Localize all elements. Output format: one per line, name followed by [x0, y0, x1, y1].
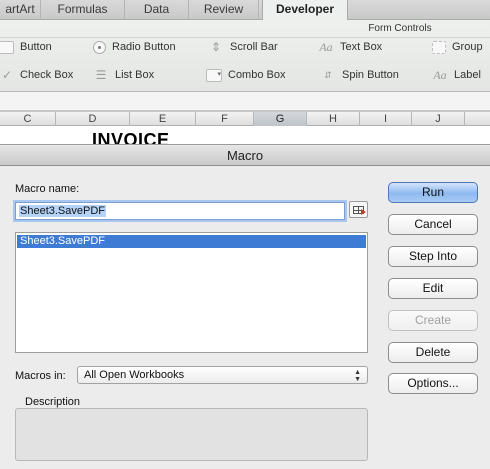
scroll-bar-icon: ⇕: [210, 40, 222, 55]
column-header-i[interactable]: I: [360, 112, 412, 126]
form-control-group-label: Group: [452, 41, 483, 53]
tab-formulas[interactable]: Formulas: [41, 0, 125, 20]
form-control-combo-box[interactable]: ▾ Combo Box: [206, 65, 285, 85]
macro-list-item[interactable]: Sheet3.SavePDF: [17, 235, 366, 248]
form-control-label-label: Label: [454, 69, 481, 81]
column-header-g[interactable]: G: [254, 112, 307, 126]
form-control-listbox-label: List Box: [115, 69, 155, 81]
delete-button[interactable]: Delete: [388, 342, 478, 363]
description-box: [15, 408, 368, 461]
column-header-bar: C D E F G H I J: [0, 111, 490, 126]
macro-name-label: Macro name:: [15, 183, 80, 195]
column-header-e[interactable]: E: [130, 112, 196, 126]
tab-review[interactable]: Review: [189, 0, 259, 20]
macro-name-value: Sheet3.SavePDF: [19, 205, 106, 217]
form-control-spin-label: Spin Button: [342, 69, 399, 81]
description-label: Description: [25, 396, 81, 408]
form-control-combo-label: Combo Box: [228, 69, 286, 81]
macros-in-label: Macros in:: [15, 370, 66, 382]
step-into-button[interactable]: Step Into: [388, 246, 478, 267]
column-header-f[interactable]: F: [196, 112, 254, 126]
checkmark-icon: ✓: [1, 68, 13, 83]
cancel-button[interactable]: Cancel: [388, 214, 478, 235]
column-header-h[interactable]: H: [307, 112, 360, 126]
collapse-dialog-button[interactable]: [349, 201, 368, 218]
ribbon-form-controls: Form Controls Button Radio Button ⇕ Scrol…: [0, 20, 490, 92]
form-control-label[interactable]: Aa Label: [432, 65, 481, 85]
form-control-text-box[interactable]: Aa Text Box: [318, 37, 382, 57]
tab-data[interactable]: Data: [125, 0, 189, 20]
tab-smartart[interactable]: artArt: [0, 0, 41, 20]
form-control-spin-button[interactable]: ⇵ Spin Button: [320, 65, 399, 85]
form-control-group[interactable]: Group: [432, 37, 483, 57]
macro-name-input[interactable]: Sheet3.SavePDF: [15, 202, 345, 220]
options-button[interactable]: Options...: [388, 373, 478, 394]
updown-arrows-icon: ▲ ▼: [354, 369, 361, 383]
list-box-icon: ☰: [95, 68, 107, 83]
group-title-form-controls: Form Controls: [368, 23, 432, 34]
form-control-check-box[interactable]: ✓ Check Box: [0, 65, 73, 85]
form-control-radio-label: Radio Button: [112, 41, 176, 53]
run-button[interactable]: Run: [388, 182, 478, 203]
edit-button[interactable]: Edit: [388, 278, 478, 299]
formula-bar-area: [0, 92, 490, 111]
macros-in-select[interactable]: All Open Workbooks ▲ ▼: [77, 366, 368, 384]
button-control-icon: [0, 40, 14, 54]
text-box-icon: Aa: [319, 40, 333, 55]
form-control-scroll-bar[interactable]: ⇕ Scroll Bar: [208, 37, 278, 57]
create-button[interactable]: Create: [388, 310, 478, 331]
column-header-d[interactable]: D: [56, 112, 130, 126]
ribbon-tab-bar: artArt Formulas Data Review Developer: [0, 0, 490, 21]
combo-box-icon: ▾: [206, 68, 222, 82]
group-box-icon: [432, 40, 446, 54]
form-control-button[interactable]: Button: [0, 37, 52, 57]
label-control-icon: Aa: [433, 68, 447, 83]
column-header-j[interactable]: J: [412, 112, 465, 126]
macro-dialog: Macro name: Sheet3.SavePDF Sheet3.SavePD…: [0, 166, 490, 469]
macro-list[interactable]: Sheet3.SavePDF: [15, 232, 368, 353]
form-control-button-label: Button: [20, 41, 52, 53]
worksheet-area: INVOICE: [0, 126, 490, 146]
form-control-textbox-label: Text Box: [340, 41, 383, 53]
form-control-checkbox-label: Check Box: [20, 69, 74, 81]
arrow-icon: [361, 209, 366, 215]
spin-button-icon: ⇵: [324, 70, 332, 81]
tab-developer[interactable]: Developer: [262, 0, 348, 21]
form-control-radio-button[interactable]: Radio Button: [93, 37, 176, 57]
dialog-title: Macro: [0, 144, 490, 166]
radio-button-icon: [93, 40, 106, 54]
form-control-list-box[interactable]: ☰ List Box: [93, 65, 155, 85]
form-control-scroll-label: Scroll Bar: [230, 41, 278, 53]
macros-in-value: All Open Workbooks: [84, 369, 185, 381]
column-header-c[interactable]: C: [0, 112, 56, 126]
